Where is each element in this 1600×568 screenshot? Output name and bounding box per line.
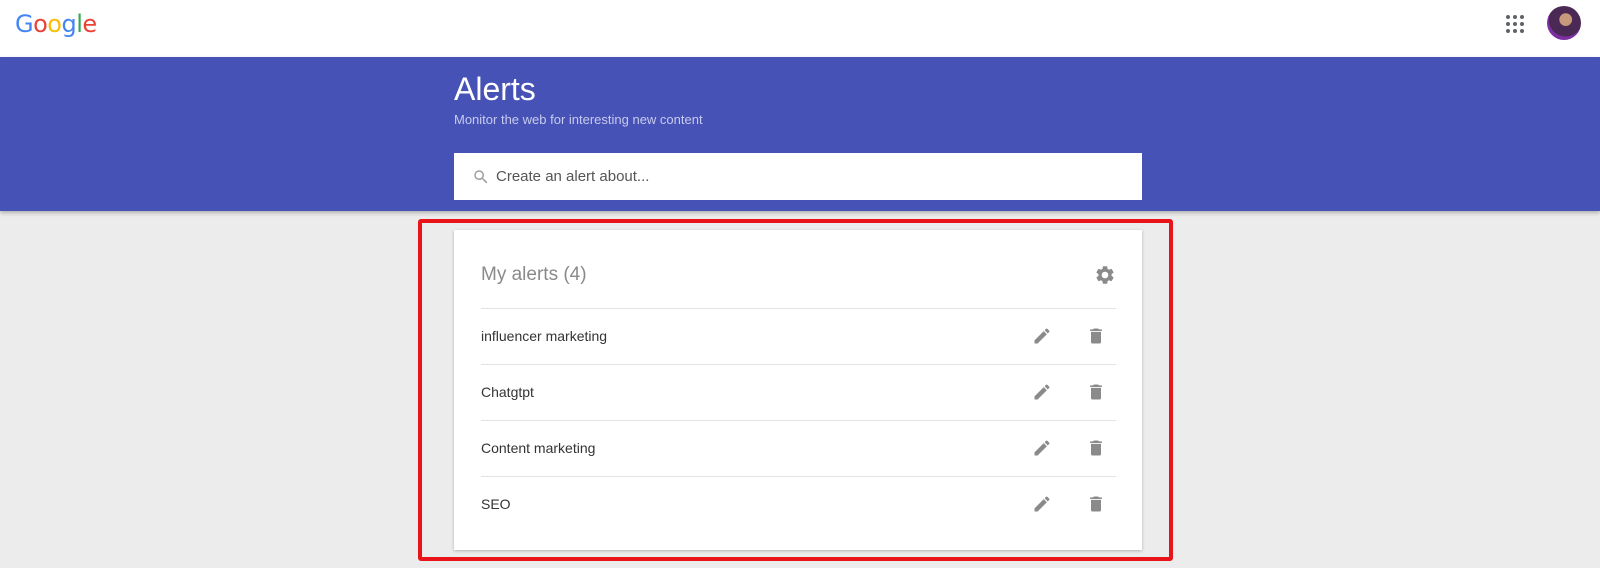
avatar[interactable]	[1547, 6, 1581, 40]
top-bar: Google	[0, 0, 1600, 57]
page-title: Alerts	[454, 71, 536, 107]
logo-letter: o	[47, 10, 62, 38]
create-alert-box[interactable]	[454, 153, 1142, 200]
logo-letter: e	[82, 10, 97, 38]
logo-letter: o	[33, 10, 48, 38]
page-subtitle: Monitor the web for interesting new cont…	[454, 112, 703, 127]
apps-grid-icon[interactable]	[1505, 14, 1525, 34]
logo-letter: G	[15, 10, 34, 38]
google-logo[interactable]: Google	[15, 9, 97, 39]
create-alert-input[interactable]	[496, 153, 1116, 200]
highlight-frame	[418, 219, 1173, 561]
search-icon	[474, 170, 488, 184]
logo-letter: g	[61, 10, 77, 38]
